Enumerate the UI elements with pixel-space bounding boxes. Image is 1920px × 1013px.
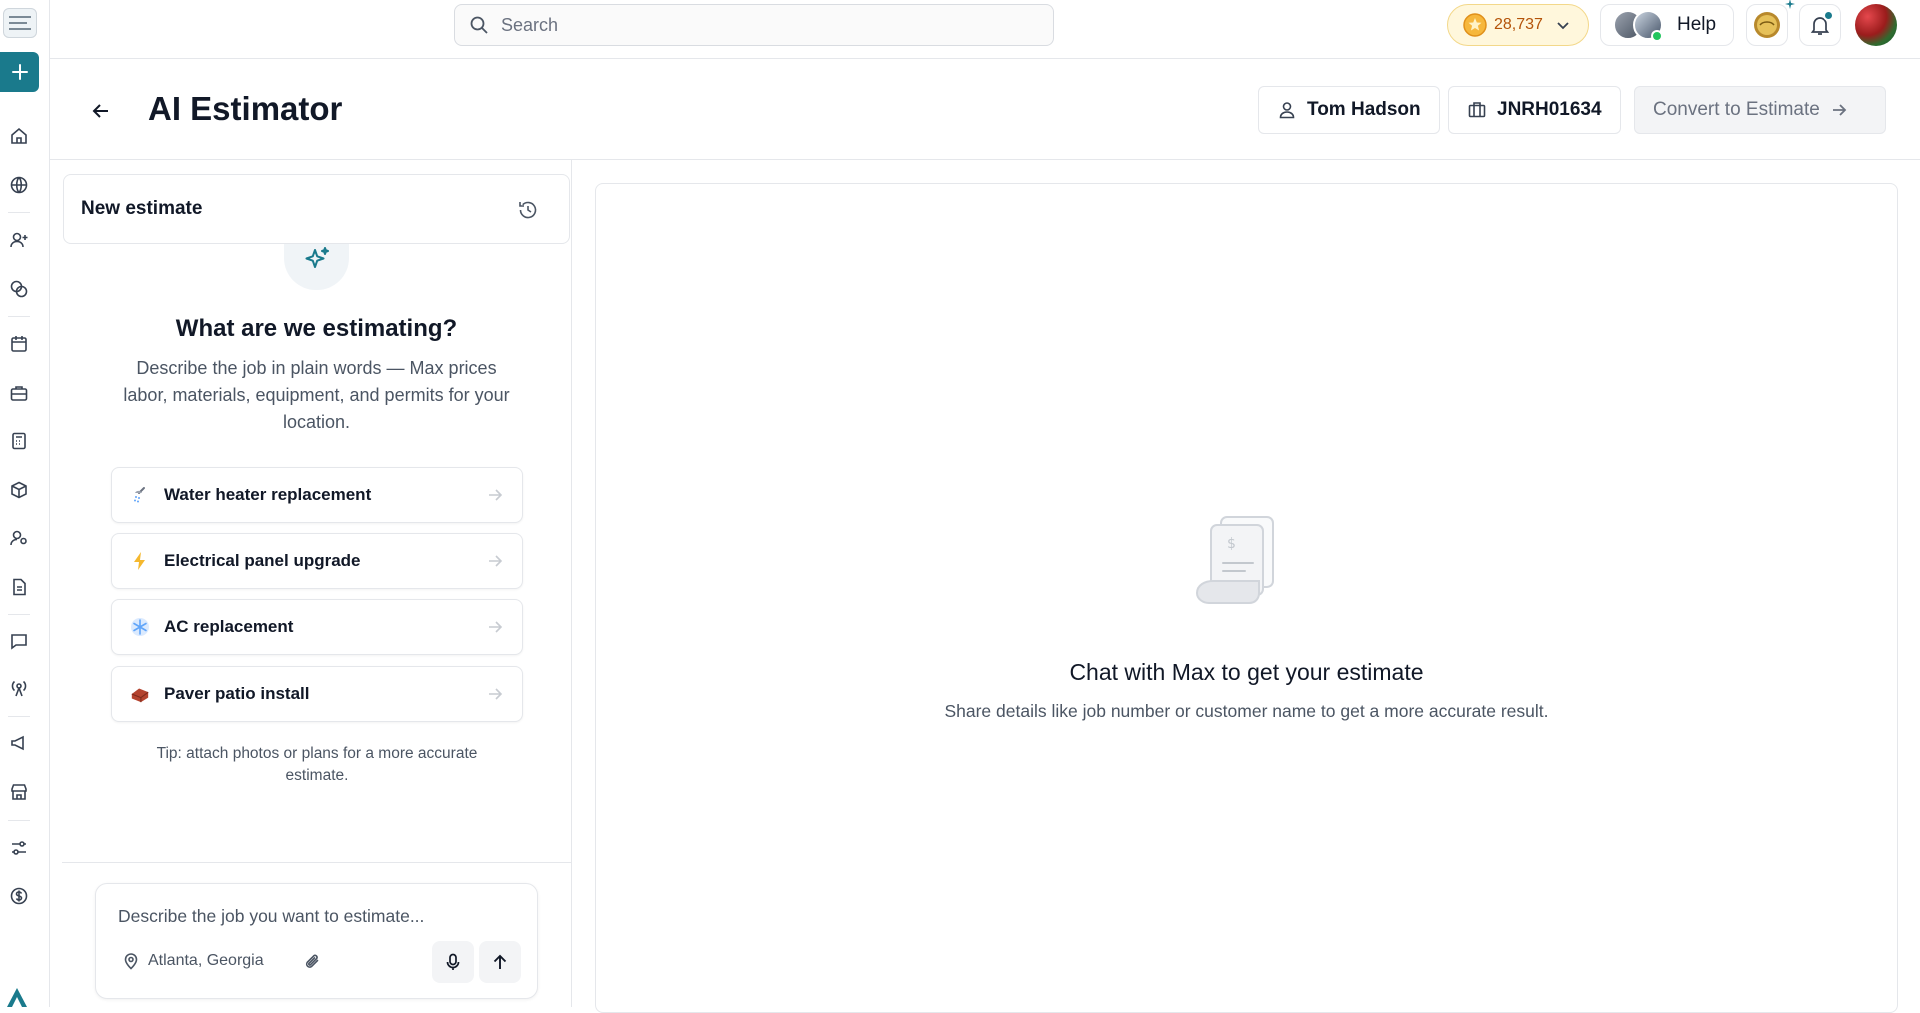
calculator-icon[interactable]	[6, 428, 32, 454]
search-input[interactable]	[501, 14, 1021, 36]
location-selector[interactable]: Atlanta, Georgia	[122, 952, 264, 970]
map-pin-icon	[122, 952, 140, 970]
calendar-icon[interactable]	[6, 331, 32, 357]
arrow-right-icon	[486, 486, 504, 504]
building-icon	[1467, 100, 1487, 120]
team-avatars	[1613, 8, 1667, 42]
arrow-up-icon	[490, 952, 510, 972]
chat-icon[interactable]	[6, 628, 32, 654]
brick-icon	[130, 684, 150, 704]
notifications-button[interactable]	[1799, 4, 1841, 46]
document-icon[interactable]	[6, 574, 32, 600]
new-estimate-label: New estimate	[81, 198, 203, 219]
coins-icon[interactable]	[6, 276, 32, 302]
sparkle-icon	[1785, 0, 1795, 9]
location-label: Atlanta, Georgia	[148, 952, 264, 969]
suggestion-water-heater[interactable]: Water heater replacement	[111, 467, 523, 523]
customer-name: Tom Hadson	[1307, 99, 1421, 120]
coins-count: 28,737	[1494, 16, 1543, 33]
sparkles-icon	[301, 244, 333, 276]
arrow-right-icon	[486, 685, 504, 703]
create-button[interactable]	[0, 52, 39, 92]
team-icon[interactable]	[6, 525, 32, 551]
job-button[interactable]: JNRH01634	[1448, 86, 1621, 134]
message-composer: Atlanta, Georgia	[95, 883, 538, 999]
empty-state-subtitle: Share details like job number or custome…	[944, 701, 1549, 721]
customer-button[interactable]: Tom Hadson	[1258, 86, 1440, 134]
microphone-button[interactable]	[432, 941, 474, 983]
estimate-prompt-heading: What are we estimating?	[175, 315, 458, 342]
left-rail	[0, 0, 50, 1007]
arrow-right-icon	[1830, 101, 1848, 119]
suggestion-label: AC replacement	[164, 617, 294, 636]
svg-text:$: $	[1227, 536, 1236, 552]
lightning-icon	[130, 551, 150, 571]
user-icon	[1277, 100, 1297, 120]
megaphone-icon[interactable]	[6, 730, 32, 756]
suggestion-paver-patio[interactable]: Paver patio install	[111, 666, 523, 722]
new-estimate-header: New estimate	[63, 174, 570, 244]
achievements-button[interactable]	[1746, 0, 1795, 46]
dollar-icon[interactable]	[6, 883, 32, 909]
add-user-icon[interactable]	[6, 227, 32, 253]
brand-mark-icon	[4, 986, 30, 1007]
home-icon[interactable]	[6, 123, 32, 149]
search-box[interactable]	[454, 4, 1054, 46]
convert-label: Convert to Estimate	[1653, 99, 1820, 120]
empty-state-title: Chat with Max to get your estimate	[1069, 659, 1424, 685]
broadcast-icon[interactable]	[6, 675, 32, 701]
shower-icon	[130, 485, 150, 505]
page-title: AI Estimator	[148, 90, 343, 127]
app-logo[interactable]	[3, 8, 37, 38]
job-description-input[interactable]	[118, 906, 518, 927]
back-button[interactable]	[86, 96, 116, 126]
snowflake-icon	[130, 617, 150, 637]
user-avatar[interactable]	[1855, 4, 1897, 46]
online-dot	[1651, 30, 1663, 42]
estimate-prompt-description: Describe the job in plain words — Max pr…	[123, 358, 510, 432]
suggestion-label: Electrical panel upgrade	[164, 551, 361, 570]
attach-button[interactable]	[292, 941, 334, 983]
suggestion-label: Water heater replacement	[164, 485, 372, 504]
coin-icon	[1462, 12, 1488, 38]
trophy-icon	[1752, 10, 1782, 40]
suggestion-label: Paver patio install	[164, 684, 310, 703]
estimate-document-icon: $	[1195, 515, 1293, 615]
arrow-left-icon	[91, 101, 111, 121]
coins-balance[interactable]: 28,737	[1447, 4, 1589, 46]
history-icon[interactable]	[517, 199, 539, 221]
suggestion-ac-replacement[interactable]: AC replacement	[111, 599, 523, 655]
notification-dot	[1823, 10, 1834, 21]
convert-to-estimate-button[interactable]: Convert to Estimate	[1634, 86, 1886, 134]
box-icon[interactable]	[6, 477, 32, 503]
help-button[interactable]: Help	[1600, 4, 1734, 46]
arrow-right-icon	[486, 552, 504, 570]
plus-icon	[11, 63, 29, 81]
briefcase-icon[interactable]	[6, 380, 32, 406]
suggestion-electrical-panel[interactable]: Electrical panel upgrade	[111, 533, 523, 589]
help-label: Help	[1677, 14, 1717, 35]
store-icon[interactable]	[6, 779, 32, 805]
microphone-icon	[443, 952, 463, 972]
globe-icon[interactable]	[6, 172, 32, 198]
composer-divider	[62, 862, 572, 863]
sliders-icon[interactable]	[6, 835, 32, 861]
chevron-down-icon	[1555, 17, 1571, 33]
paperclip-icon	[303, 952, 323, 972]
arrow-right-icon	[486, 618, 504, 636]
tip-text: Tip: attach photos or plans for a more a…	[156, 745, 478, 784]
search-icon	[469, 15, 489, 35]
job-number: JNRH01634	[1497, 99, 1602, 120]
send-button[interactable]	[479, 941, 521, 983]
